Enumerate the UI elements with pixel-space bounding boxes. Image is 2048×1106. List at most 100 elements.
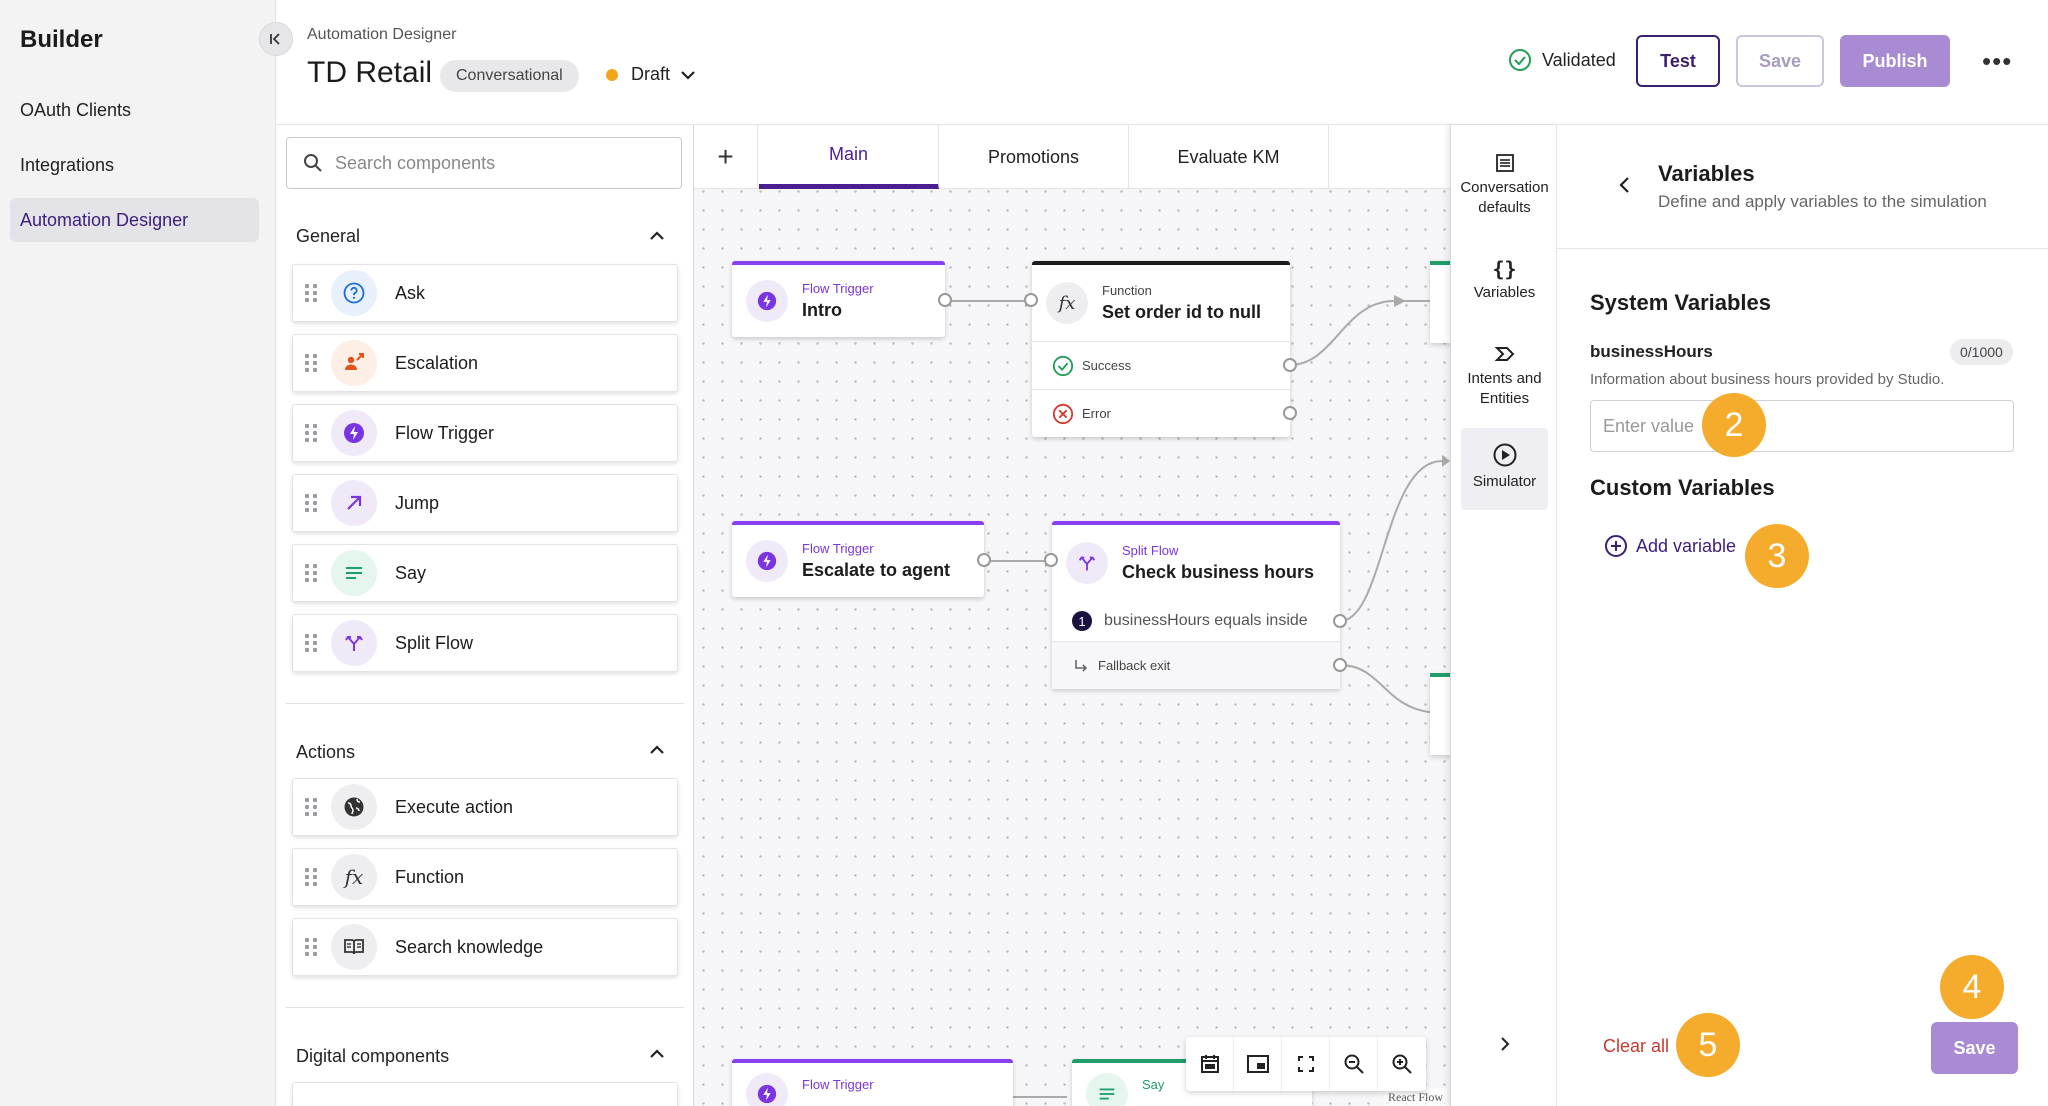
section-title-general: General — [296, 226, 361, 246]
node-function[interactable]: fx Function Set order id to null Success … — [1024, 261, 1297, 437]
search-icon — [304, 154, 322, 172]
check-circle-icon — [1052, 355, 1074, 376]
component-split-flow[interactable]: Split Flow — [292, 614, 678, 672]
sidebar-item-automation-designer[interactable]: Automation Designer — [10, 198, 259, 242]
subdirectory-arrow-icon — [1075, 659, 1088, 672]
variable-name: businessHours — [1590, 342, 1713, 361]
drag-handle-icon[interactable] — [305, 564, 319, 582]
component-search-knowledge[interactable]: Search knowledge — [292, 918, 678, 976]
minimap-icon[interactable] — [1234, 1037, 1282, 1091]
back-arrow-icon[interactable] — [1615, 175, 1635, 195]
chevron-up-icon[interactable] — [646, 739, 668, 761]
node-flow-trigger-bottom[interactable]: Flow Trigger — [732, 1059, 1013, 1106]
variables-save-button[interactable]: Save — [1931, 1022, 2018, 1074]
breadcrumb[interactable]: Automation Designer — [307, 26, 456, 44]
play-icon — [1493, 443, 1516, 467]
section-title-digital: Digital components — [296, 1046, 450, 1066]
publish-button[interactable]: Publish — [1840, 35, 1950, 87]
header: Automation Designer TD Retail Conversati… — [276, 0, 2048, 125]
sidebar-item-integrations[interactable]: Integrations — [10, 143, 259, 187]
flow-canvas[interactable]: + Main Promotions Evaluate KM Flow Trigg… — [694, 125, 1450, 1106]
drag-handle-icon[interactable] — [305, 938, 319, 956]
output-port[interactable] — [977, 553, 991, 567]
intent-icon — [1494, 347, 1514, 361]
collapse-left-icon — [270, 33, 280, 45]
calendar-icon[interactable] — [1186, 1037, 1234, 1091]
split-condition: 1 businessHours equals inside — [1052, 601, 1347, 641]
arrow-up-right-icon — [331, 480, 377, 526]
fx-icon: fx — [331, 854, 377, 900]
variable-value-input[interactable] — [1590, 400, 2014, 452]
section-title-actions: Actions — [296, 742, 356, 762]
status-dot — [606, 68, 618, 81]
output-port[interactable] — [938, 293, 952, 307]
nav-simulator[interactable]: Simulator — [1461, 428, 1548, 510]
bolt-icon — [746, 1073, 788, 1106]
drag-handle-icon[interactable] — [305, 424, 319, 442]
component-ask[interactable]: Ask — [292, 264, 678, 322]
error-circle-icon — [1052, 403, 1074, 424]
component-say[interactable]: Say — [292, 544, 678, 602]
sidebar-item-oauth-clients[interactable]: OAuth Clients — [10, 88, 259, 132]
step-badge: 5 — [1676, 1013, 1740, 1077]
fit-view-icon[interactable] — [1282, 1037, 1330, 1091]
chevron-up-icon[interactable] — [646, 1043, 668, 1065]
sidebar: Builder OAuth Clients Integrations Autom… — [0, 0, 293, 1106]
test-button[interactable]: Test — [1636, 35, 1720, 87]
nav-conversation-defaults[interactable]: Conversation defaults — [1460, 146, 1549, 218]
drag-handle-icon[interactable] — [305, 798, 319, 816]
component-function[interactable]: fx Function — [292, 848, 678, 906]
drag-handle-icon[interactable] — [305, 284, 319, 302]
step-badge: 2 — [1702, 393, 1766, 457]
plus-circle-icon — [1605, 535, 1627, 557]
chevron-up-icon[interactable] — [646, 225, 668, 247]
node-intro[interactable]: Flow Trigger Intro — [732, 261, 952, 337]
save-button[interactable]: Save — [1736, 35, 1824, 87]
output-port[interactable] — [1283, 358, 1297, 372]
status-dropdown[interactable]: Draft — [606, 64, 698, 85]
variable-description: Information about business hours provide… — [1590, 371, 1945, 388]
bolt-icon — [746, 540, 788, 582]
divider — [286, 1007, 684, 1008]
input-port[interactable] — [1044, 553, 1058, 567]
component-execute-action[interactable]: Execute action — [292, 778, 678, 836]
component-digital-partial[interactable] — [292, 1082, 678, 1106]
list-icon — [1495, 154, 1514, 172]
output-port[interactable] — [1283, 406, 1297, 420]
split-icon — [1066, 542, 1108, 584]
node-split-flow[interactable]: Split Flow Check business hours 1 busines… — [1044, 521, 1347, 689]
component-jump[interactable]: Jump — [292, 474, 678, 532]
nav-intents-entities[interactable]: Intents and Entities — [1461, 337, 1548, 409]
zoom-out-icon[interactable] — [1330, 1037, 1378, 1091]
output-port[interactable] — [1333, 614, 1347, 628]
collapse-sidebar-button[interactable] — [259, 22, 293, 56]
more-options-button[interactable]: ••• — [1982, 46, 2012, 77]
status-label: Draft — [631, 64, 671, 84]
drag-handle-icon[interactable] — [305, 354, 319, 372]
zoom-in-icon[interactable] — [1378, 1037, 1426, 1091]
variables-header: Variables Define and apply variables to … — [1557, 125, 2048, 249]
input-port[interactable] — [1024, 293, 1038, 307]
nav-variables[interactable]: {} Variables — [1461, 253, 1548, 303]
add-variable-button[interactable]: Add variable — [1604, 534, 1736, 558]
component-escalation[interactable]: Escalation — [292, 334, 678, 392]
error-exit: Error — [1032, 389, 1297, 437]
search-components-field[interactable]: Search components — [286, 137, 682, 189]
braces-icon: {} — [1492, 257, 1517, 281]
chevron-down-icon — [681, 70, 695, 80]
validation-status: Validated — [1508, 48, 1616, 72]
drag-handle-icon[interactable] — [305, 494, 319, 512]
system-variables-title: System Variables — [1590, 290, 1772, 315]
split-icon — [331, 620, 377, 666]
node-partial-right[interactable] — [1430, 673, 1450, 755]
project-title: TD Retail — [307, 56, 433, 89]
node-partial-right[interactable] — [1430, 261, 1450, 343]
divider — [286, 703, 684, 704]
node-escalate-to-agent[interactable]: Flow Trigger Escalate to agent — [732, 521, 991, 597]
output-port[interactable] — [1333, 658, 1347, 672]
component-flow-trigger[interactable]: Flow Trigger — [292, 404, 678, 462]
chevron-right-icon[interactable] — [1496, 1035, 1514, 1053]
drag-handle-icon[interactable] — [305, 868, 319, 886]
clear-all-button[interactable]: Clear all — [1603, 1036, 1669, 1057]
drag-handle-icon[interactable] — [305, 634, 319, 652]
